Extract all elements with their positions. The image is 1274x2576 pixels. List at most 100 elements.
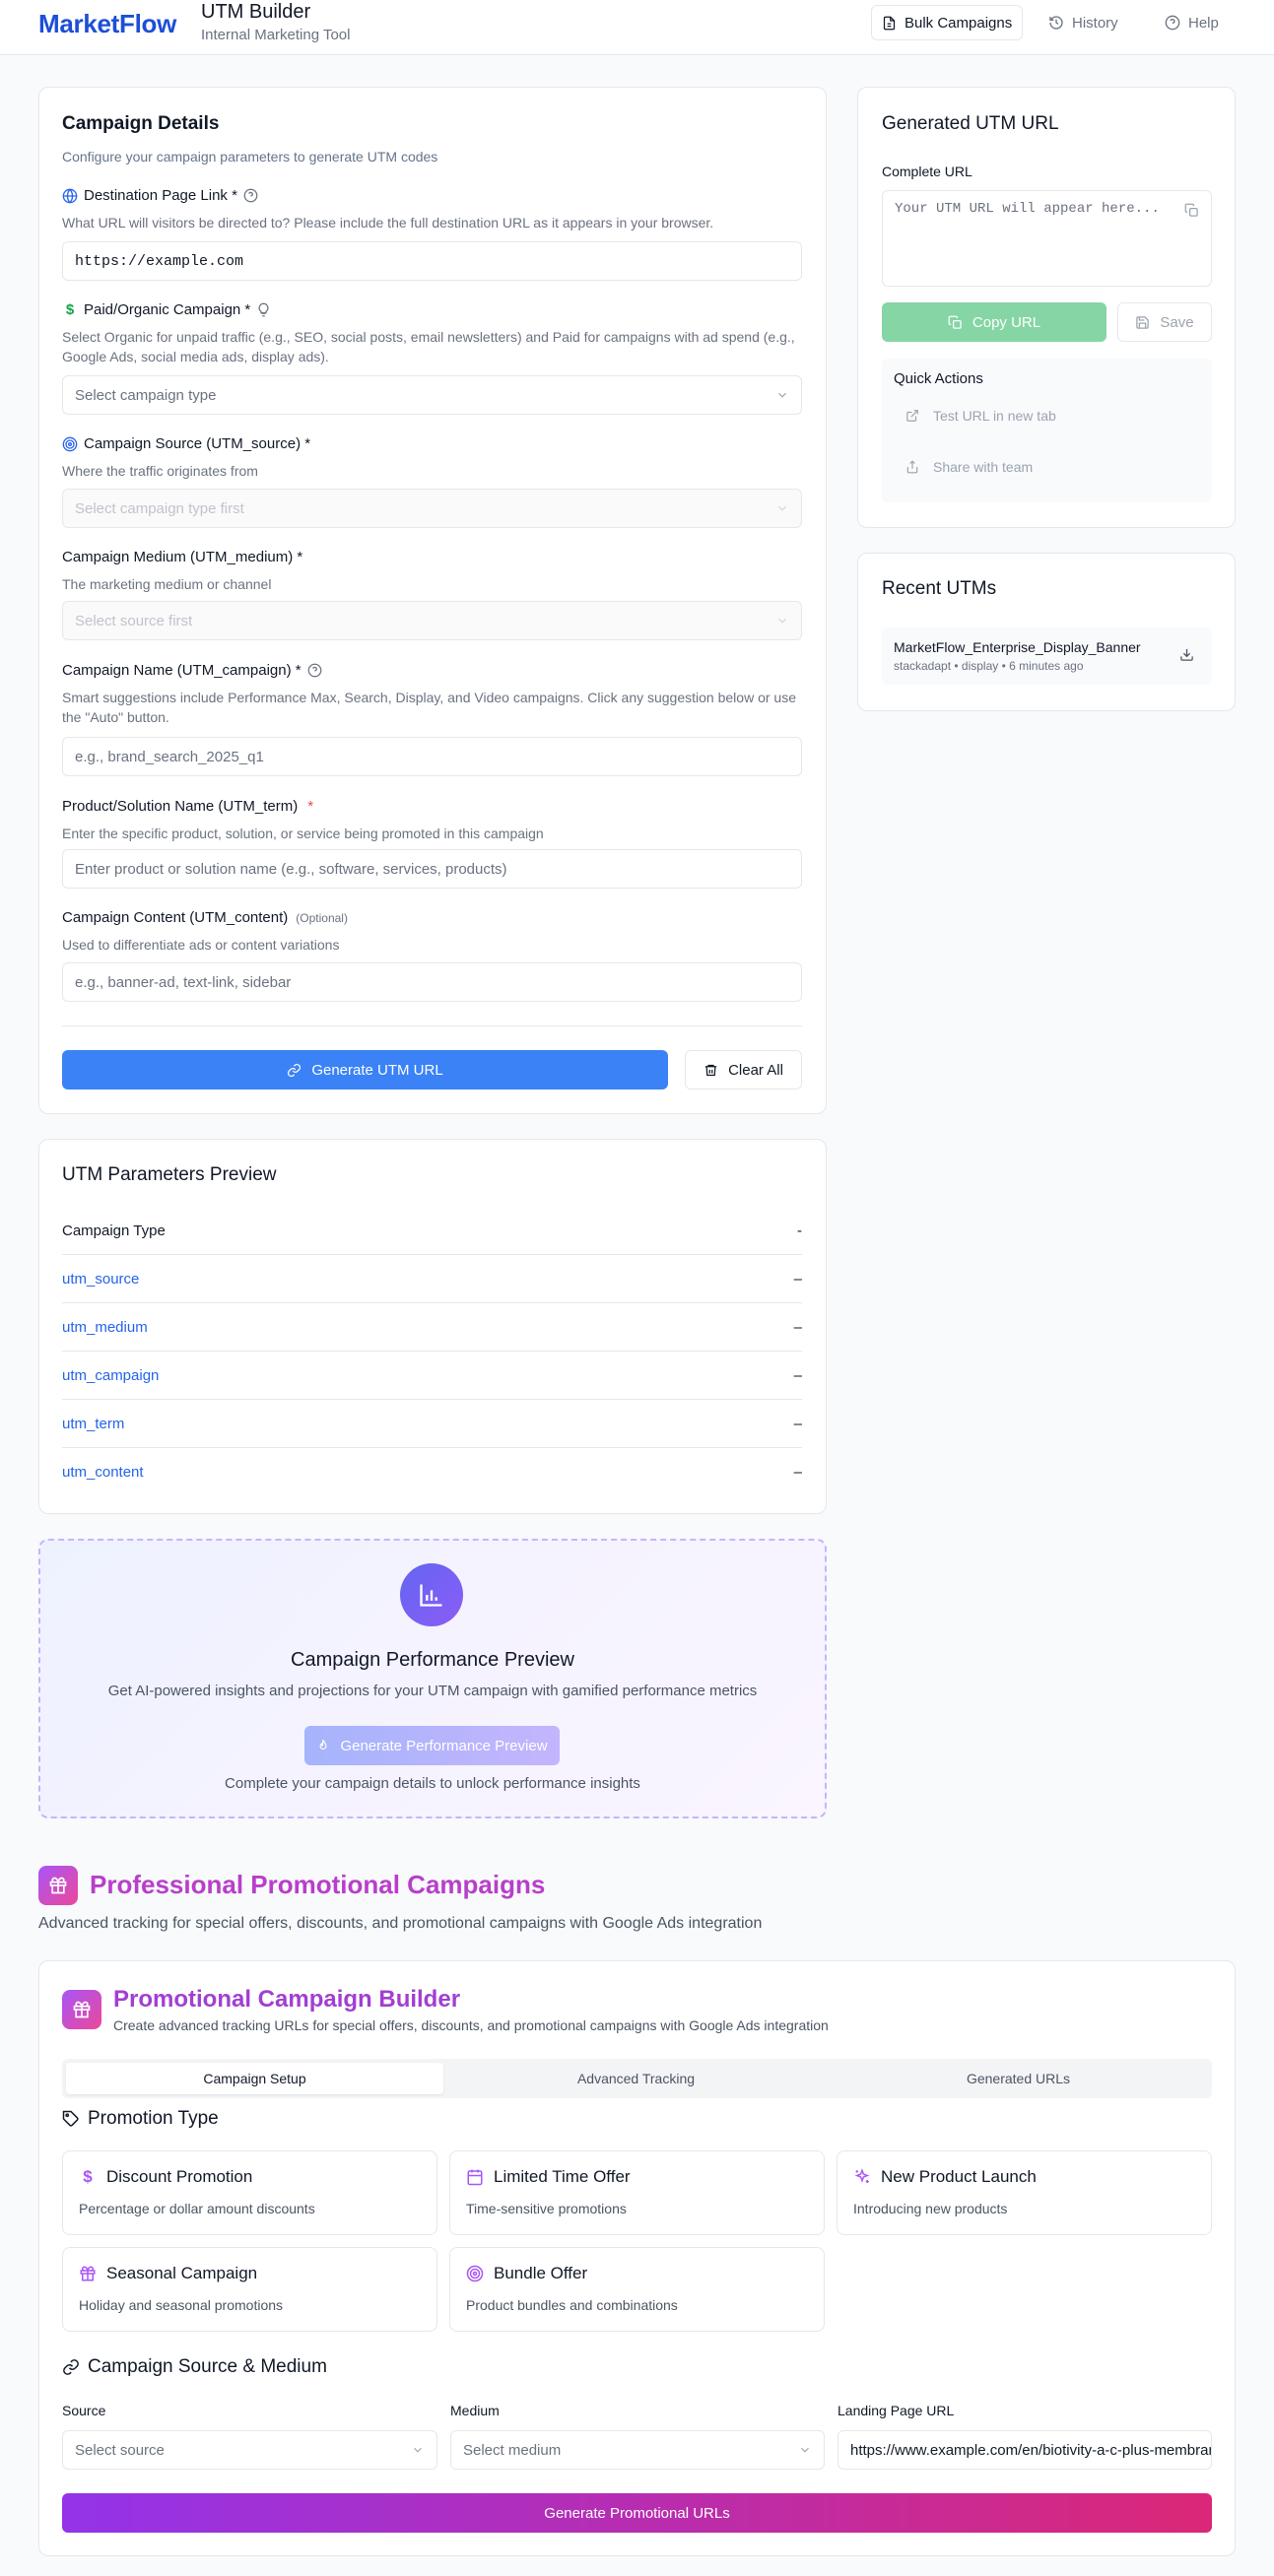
term-input[interactable]: Enter product or solution name (e.g., so… xyxy=(62,849,802,889)
link-icon xyxy=(62,2358,80,2376)
builder-title: Promotional Campaign Builder xyxy=(113,1986,461,2013)
preview-key: utm_medium xyxy=(62,1318,148,1336)
table-row: utm_content – xyxy=(62,1448,802,1496)
preview-value: – xyxy=(793,1318,802,1336)
generated-url-output[interactable]: Your UTM URL will appear here... xyxy=(882,190,1212,287)
source-medium-heading-text: Campaign Source & Medium xyxy=(88,2356,327,2377)
paid-organic-label-text: Paid/Organic Campaign * xyxy=(84,301,251,318)
link-icon xyxy=(287,1063,302,1078)
preview-value: – xyxy=(793,1415,802,1432)
medium-help: The marketing medium or channel xyxy=(62,576,272,592)
table-row: utm_term – xyxy=(62,1400,802,1448)
save-label: Save xyxy=(1160,313,1194,331)
promo-heading: Professional Promotional Campaigns xyxy=(90,1870,546,1899)
divider xyxy=(62,1025,802,1026)
test-url-button[interactable]: Test URL in new tab xyxy=(905,408,1056,424)
recent-utm-name: MarketFlow_Enterprise_Display_Banner xyxy=(894,639,1141,655)
table-row: utm_campaign – xyxy=(62,1352,802,1400)
help-button[interactable]: Help xyxy=(1155,5,1229,40)
history-button[interactable]: History xyxy=(1039,5,1128,40)
help-circle-icon[interactable] xyxy=(307,663,322,678)
gift-icon xyxy=(72,2000,92,2019)
generate-utm-button[interactable]: Generate UTM URL xyxy=(62,1050,668,1090)
tag-icon xyxy=(62,2110,80,2128)
generate-promotional-button[interactable]: Generate Promotional URLs xyxy=(62,2493,1212,2533)
preview-value: – xyxy=(793,1366,802,1384)
performance-badge xyxy=(400,1563,463,1626)
history-label: History xyxy=(1072,14,1118,32)
dollar-icon: $ xyxy=(83,2167,93,2186)
promo-type-seasonal[interactable]: Seasonal Campaign Holiday and seasonal p… xyxy=(62,2247,437,2332)
tab-advanced-tracking[interactable]: Advanced Tracking xyxy=(447,2063,825,2094)
promo-source-select[interactable]: Select source xyxy=(62,2430,437,2470)
generate-performance-button[interactable]: Generate Performance Preview xyxy=(304,1726,560,1765)
chevron-down-icon xyxy=(798,2443,812,2457)
content-label: Campaign Content (UTM_content) (Optional… xyxy=(62,909,348,926)
campaign-type-select[interactable]: Select campaign type xyxy=(62,375,802,415)
trash-icon xyxy=(704,1063,718,1078)
landing-page-input[interactable]: https://www.example.com/en/biotivity-a-c… xyxy=(838,2430,1212,2470)
help-label: Help xyxy=(1188,14,1219,32)
campaign-type-placeholder: Select campaign type xyxy=(75,386,217,404)
preview-value: - xyxy=(797,1222,802,1239)
list-item[interactable]: MarketFlow_Enterprise_Display_Banner sta… xyxy=(882,627,1212,685)
source-placeholder: Select campaign type first xyxy=(75,499,244,517)
download-icon[interactable] xyxy=(1179,647,1194,662)
term-help: Enter the specific product, solution, or… xyxy=(62,826,544,841)
promo-type-title: Seasonal Campaign xyxy=(106,2264,258,2282)
clear-all-button[interactable]: Clear All xyxy=(685,1050,802,1090)
generate-utm-label: Generate UTM URL xyxy=(311,1061,443,1079)
generate-promotional-label: Generate Promotional URLs xyxy=(544,2504,730,2522)
sparkles-icon xyxy=(853,2168,871,2186)
copy-url-button[interactable]: Copy URL xyxy=(882,302,1106,342)
paid-organic-label: $ Paid/Organic Campaign * xyxy=(62,301,271,318)
copy-icon xyxy=(948,315,963,330)
promo-type-desc: Time-sensitive promotions xyxy=(466,2201,627,2216)
medium-select[interactable]: Select source first xyxy=(62,601,802,640)
promo-type-desc: Holiday and seasonal promotions xyxy=(79,2297,284,2313)
quick-actions-panel: Quick Actions Test URL in new tab Share … xyxy=(882,359,1212,502)
target-icon xyxy=(466,2265,484,2282)
share-icon xyxy=(905,460,919,474)
promo-medium-select[interactable]: Select medium xyxy=(450,2430,825,2470)
promo-type-limited-time[interactable]: Limited Time Offer Time-sensitive promot… xyxy=(449,2150,825,2235)
tab-campaign-setup[interactable]: Campaign Setup xyxy=(66,2063,443,2094)
promo-type-desc: Introducing new products xyxy=(853,2201,1008,2216)
promotion-type-heading-text: Promotion Type xyxy=(88,2108,219,2129)
logo[interactable]: MarketFlow xyxy=(38,9,176,39)
destination-help: What URL will visitors be directed to? P… xyxy=(62,215,714,231)
generate-performance-label: Generate Performance Preview xyxy=(340,1737,548,1754)
campaign-details-title: Campaign Details xyxy=(62,113,220,134)
campaign-name-input[interactable]: e.g., brand_search_2025_q1 xyxy=(62,737,802,776)
campaign-name-label: Campaign Name (UTM_campaign) * xyxy=(62,662,322,679)
calendar-icon xyxy=(466,2168,484,2186)
complete-url-label: Complete URL xyxy=(882,164,972,179)
save-button[interactable]: Save xyxy=(1117,302,1212,342)
recent-utm-meta: stackadapt • display • 6 minutes ago xyxy=(894,659,1084,673)
destination-input[interactable]: https://example.com xyxy=(62,241,802,281)
promo-source-label: Source xyxy=(62,2403,106,2418)
promo-type-bundle[interactable]: Bundle Offer Product bundles and combina… xyxy=(449,2247,825,2332)
bulk-campaigns-button[interactable]: Bulk Campaigns xyxy=(871,5,1024,40)
campaign-name-help: Smart suggestions include Performance Ma… xyxy=(62,690,796,725)
clear-all-label: Clear All xyxy=(728,1061,783,1079)
content-label-text: Campaign Content (UTM_content) xyxy=(62,909,289,926)
lightbulb-icon[interactable] xyxy=(256,302,271,317)
quick-actions-title: Quick Actions xyxy=(894,370,983,387)
preview-key: utm_campaign xyxy=(62,1366,160,1384)
copy-icon[interactable] xyxy=(1184,203,1199,218)
help-circle-icon[interactable] xyxy=(243,188,258,203)
app-header: MarketFlow UTM Builder Internal Marketin… xyxy=(0,0,1274,55)
source-select[interactable]: Select campaign type first xyxy=(62,489,802,528)
promo-type-new-product[interactable]: New Product Launch Introducing new produ… xyxy=(837,2150,1212,2235)
globe-icon xyxy=(62,188,78,204)
app-title: UTM Builder xyxy=(201,1,311,23)
term-label: Product/Solution Name (UTM_term) * xyxy=(62,798,313,815)
preview-value: – xyxy=(793,1464,802,1481)
content-input[interactable]: e.g., banner-ad, text-link, sidebar xyxy=(62,962,802,1002)
recent-utms-title: Recent UTMs xyxy=(882,578,997,599)
table-row: Campaign Type - xyxy=(62,1207,802,1255)
promo-type-discount[interactable]: $ Discount Promotion Percentage or dollar… xyxy=(62,2150,437,2235)
share-team-button[interactable]: Share with team xyxy=(905,459,1033,475)
tab-generated-urls[interactable]: Generated URLs xyxy=(829,2063,1208,2094)
